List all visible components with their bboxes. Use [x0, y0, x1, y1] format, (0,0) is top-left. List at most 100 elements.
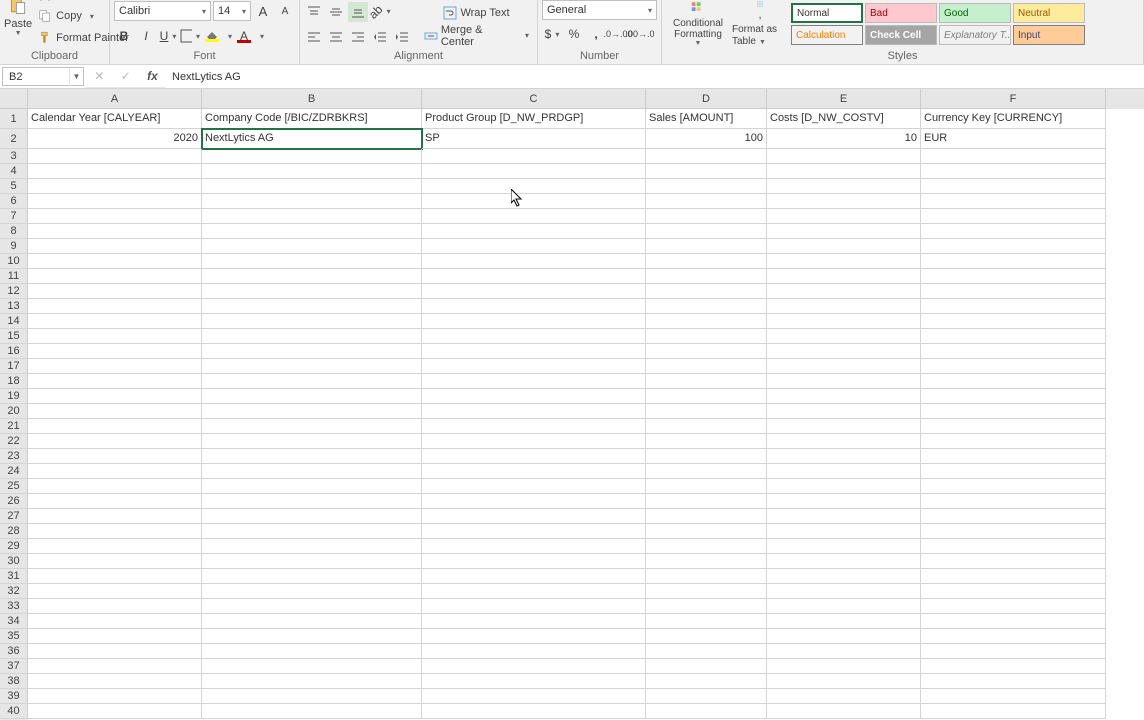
row-header[interactable]: 2	[0, 129, 28, 149]
cell-A13[interactable]	[28, 299, 202, 314]
cell-C31[interactable]	[422, 569, 646, 584]
cell-E2[interactable]: 10	[767, 129, 921, 149]
cell-A2[interactable]: 2020	[28, 129, 202, 149]
cell-F33[interactable]	[921, 599, 1106, 614]
decrease-font-button[interactable]: A	[275, 1, 295, 21]
row-header[interactable]: 33	[0, 599, 28, 614]
cell-F8[interactable]	[921, 224, 1106, 239]
cell-E24[interactable]	[767, 464, 921, 479]
align-left-button[interactable]	[304, 27, 324, 47]
cell-B12[interactable]	[202, 284, 422, 299]
cell-B35[interactable]	[202, 629, 422, 644]
cell-F9[interactable]	[921, 239, 1106, 254]
cell-A29[interactable]	[28, 539, 202, 554]
formula-input[interactable]: NextLytics AG	[166, 65, 1144, 88]
cell-C16[interactable]	[422, 344, 646, 359]
cell-E18[interactable]	[767, 374, 921, 389]
cell-B28[interactable]	[202, 524, 422, 539]
cell-B3[interactable]	[202, 149, 422, 164]
cell-D21[interactable]	[646, 419, 767, 434]
cell-C28[interactable]	[422, 524, 646, 539]
conditional-formatting-button[interactable]: Conditional Formatting ▼	[666, 1, 730, 47]
cell-D37[interactable]	[646, 659, 767, 674]
row-header[interactable]: 16	[0, 344, 28, 359]
cell-F34[interactable]	[921, 614, 1106, 629]
cell-C38[interactable]	[422, 674, 646, 689]
cell-A1[interactable]: Calendar Year [CALYEAR]	[28, 109, 202, 129]
cell-A11[interactable]	[28, 269, 202, 284]
cell-C15[interactable]	[422, 329, 646, 344]
cell-F23[interactable]	[921, 449, 1106, 464]
cell-C10[interactable]	[422, 254, 646, 269]
select-all-corner[interactable]	[0, 89, 28, 109]
cell-F17[interactable]	[921, 359, 1106, 374]
row-header[interactable]: 7	[0, 209, 28, 224]
cell-D27[interactable]	[646, 509, 767, 524]
cell-D1[interactable]: Sales [AMOUNT]	[646, 109, 767, 129]
cell-F1[interactable]: Currency Key [CURRENCY]	[921, 109, 1106, 129]
cell-B27[interactable]	[202, 509, 422, 524]
cell-F31[interactable]	[921, 569, 1106, 584]
cell-E27[interactable]	[767, 509, 921, 524]
cell-E28[interactable]	[767, 524, 921, 539]
cell-D28[interactable]	[646, 524, 767, 539]
row-header[interactable]: 20	[0, 404, 28, 419]
cell-D22[interactable]	[646, 434, 767, 449]
cell-F25[interactable]	[921, 479, 1106, 494]
row-header[interactable]: 39	[0, 689, 28, 704]
cell-E32[interactable]	[767, 584, 921, 599]
cell-F2[interactable]: EUR	[921, 129, 1106, 149]
column-header-C[interactable]: C	[422, 89, 646, 109]
cell-B39[interactable]	[202, 689, 422, 704]
column-header-B[interactable]: B	[202, 89, 422, 109]
column-header-E[interactable]: E	[767, 89, 921, 109]
increase-indent-button[interactable]	[392, 27, 412, 47]
cell-E12[interactable]	[767, 284, 921, 299]
cell-D4[interactable]	[646, 164, 767, 179]
cell-B16[interactable]	[202, 344, 422, 359]
cell-B38[interactable]	[202, 674, 422, 689]
row-header[interactable]: 14	[0, 314, 28, 329]
cell-B2[interactable]: NextLytics AG	[202, 129, 422, 149]
cell-F16[interactable]	[921, 344, 1106, 359]
cell-F24[interactable]	[921, 464, 1106, 479]
paste-button[interactable]: Paste ▼	[4, 0, 32, 39]
cell-A4[interactable]	[28, 164, 202, 179]
cell-D8[interactable]	[646, 224, 767, 239]
cell-E11[interactable]	[767, 269, 921, 284]
cell-A37[interactable]	[28, 659, 202, 674]
cell-F3[interactable]	[921, 149, 1106, 164]
cell-D39[interactable]	[646, 689, 767, 704]
row-header[interactable]: 31	[0, 569, 28, 584]
cell-C37[interactable]	[422, 659, 646, 674]
cell-A31[interactable]	[28, 569, 202, 584]
dropdown-icon[interactable]: ▼	[69, 68, 83, 86]
cell-C1[interactable]: Product Group [D_NW_PRDGP]	[422, 109, 646, 129]
cell-E22[interactable]	[767, 434, 921, 449]
cell-D13[interactable]	[646, 299, 767, 314]
row-header[interactable]: 26	[0, 494, 28, 509]
row-header[interactable]: 3	[0, 149, 28, 164]
cell-F30[interactable]	[921, 554, 1106, 569]
cell-C34[interactable]	[422, 614, 646, 629]
cell-F40[interactable]	[921, 704, 1106, 719]
row-header[interactable]: 40	[0, 704, 28, 719]
column-header-A[interactable]: A	[28, 89, 202, 109]
cell-E14[interactable]	[767, 314, 921, 329]
cell-C39[interactable]	[422, 689, 646, 704]
cell-A40[interactable]	[28, 704, 202, 719]
cell-F21[interactable]	[921, 419, 1106, 434]
align-right-button[interactable]	[348, 27, 368, 47]
cell-C13[interactable]	[422, 299, 646, 314]
style-calculation[interactable]: Calculation	[791, 25, 863, 45]
cell-D31[interactable]	[646, 569, 767, 584]
cell-A19[interactable]	[28, 389, 202, 404]
cell-F10[interactable]	[921, 254, 1106, 269]
cell-E8[interactable]	[767, 224, 921, 239]
cell-A22[interactable]	[28, 434, 202, 449]
cell-F39[interactable]	[921, 689, 1106, 704]
row-header[interactable]: 18	[0, 374, 28, 389]
cell-D34[interactable]	[646, 614, 767, 629]
row-header[interactable]: 4	[0, 164, 28, 179]
cell-A23[interactable]	[28, 449, 202, 464]
